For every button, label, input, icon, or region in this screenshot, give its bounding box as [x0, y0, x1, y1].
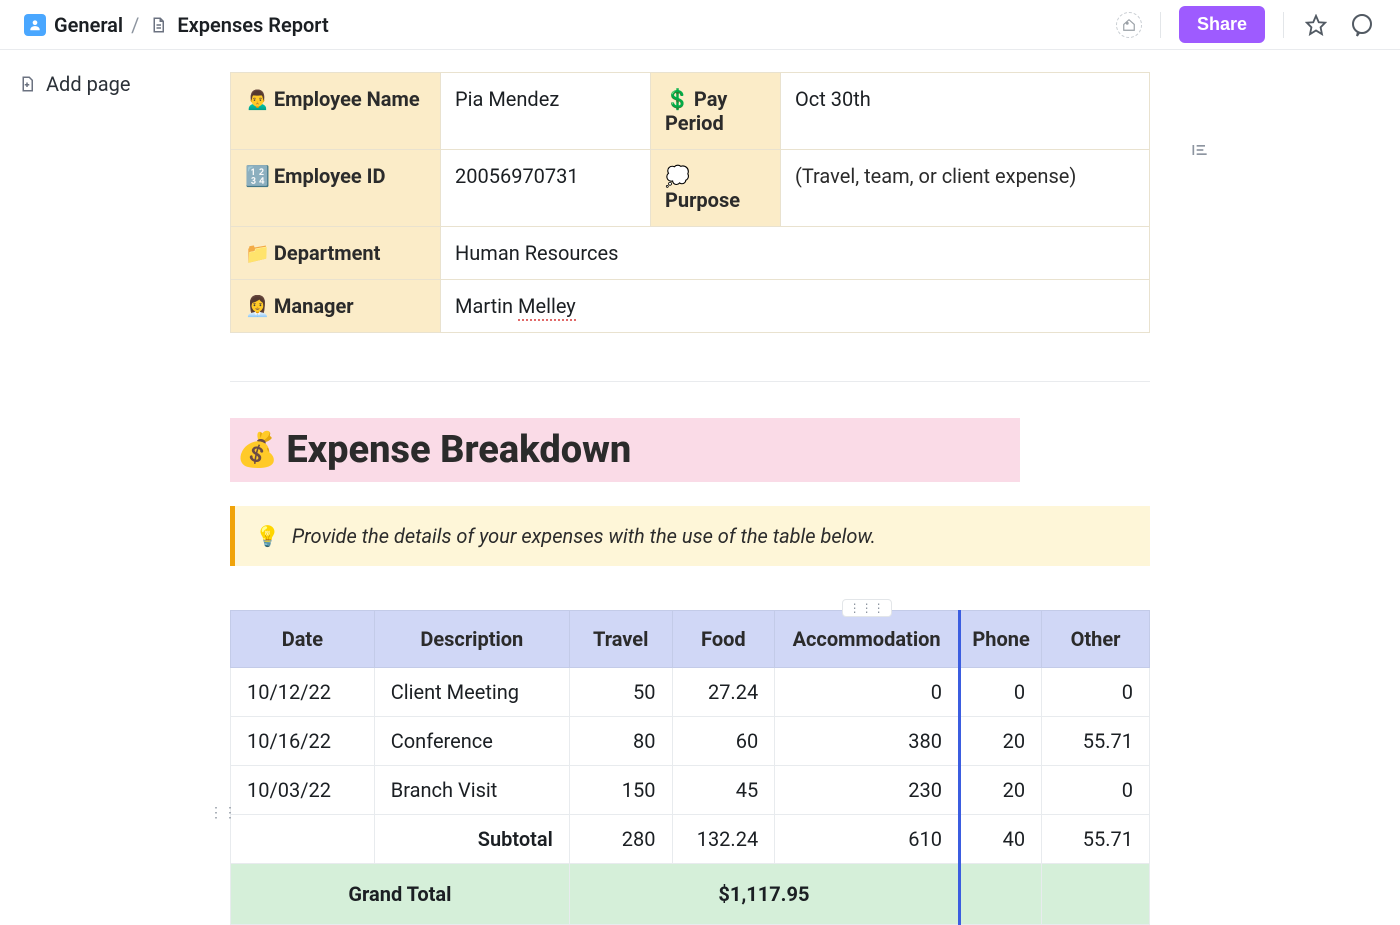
expense-table-wrap: ⋮⋮ Date Description Travel Food ⋮⋮⋮Accom… [230, 610, 1150, 925]
breadcrumb-separator: / [131, 13, 139, 37]
breadcrumb-parent[interactable]: General [54, 13, 123, 37]
col-accommodation[interactable]: ⋮⋮⋮Accommodation [775, 611, 960, 668]
table-row[interactable]: 10/12/22Client Meeting5027.24000 [231, 668, 1150, 717]
subtotal-phone: 40 [960, 815, 1042, 864]
folder-icon: 📁 [245, 241, 270, 265]
cell-food[interactable]: 27.24 [672, 668, 775, 717]
main-area: Add page 🙍‍♂️Employee Name Pia Mendez 💲P… [0, 50, 1400, 925]
divider [230, 381, 1150, 382]
subtotal-accommodation: 610 [775, 815, 960, 864]
cell-travel[interactable]: 150 [569, 766, 672, 815]
manager-label: Manager [274, 294, 354, 318]
employee-id-label: Employee ID [274, 164, 386, 188]
col-phone[interactable]: Phone [960, 611, 1042, 668]
table-row[interactable]: 10/16/22Conference80603802055.71 [231, 717, 1150, 766]
cell-other[interactable]: 0 [1042, 668, 1150, 717]
employee-name-value[interactable]: Pia Mendez [441, 73, 651, 150]
department-value[interactable]: Human Resources [441, 227, 1150, 280]
cell-accommodation[interactable]: 230 [775, 766, 960, 815]
cell-phone[interactable]: 20 [960, 717, 1042, 766]
employee-id-value[interactable]: 20056970731 [441, 150, 651, 227]
cell-food[interactable]: 60 [672, 717, 775, 766]
cell-date[interactable]: 10/16/22 [231, 717, 375, 766]
person-icon [24, 14, 46, 36]
add-page-button[interactable]: Add page [18, 72, 212, 96]
subtotal-travel: 280 [569, 815, 672, 864]
grand-total-value: $1,117.95 [569, 864, 959, 925]
manager-icon: 👩‍💼 [245, 294, 270, 318]
col-date[interactable]: Date [231, 611, 375, 668]
pay-period-value[interactable]: Oct 30th [781, 73, 1150, 150]
employee-icon: 🙍‍♂️ [245, 87, 270, 111]
subtotal-food: 132.24 [672, 815, 775, 864]
cell-accommodation[interactable]: 0 [775, 668, 960, 717]
money-icon: 💲 [665, 87, 690, 111]
share-button[interactable]: Share [1179, 6, 1265, 43]
subtotal-label: Subtotal [374, 815, 569, 864]
cell-phone[interactable]: 20 [960, 766, 1042, 815]
col-other[interactable]: Other [1042, 611, 1150, 668]
cell-description[interactable]: Client Meeting [374, 668, 569, 717]
cell-travel[interactable]: 50 [569, 668, 672, 717]
cell-phone[interactable]: 0 [960, 668, 1042, 717]
col-description[interactable]: Description [374, 611, 569, 668]
cell-date[interactable]: 10/03/22 [231, 766, 375, 815]
cell-other[interactable]: 55.71 [1042, 717, 1150, 766]
divider [1160, 12, 1161, 38]
employee-info-table: 🙍‍♂️Employee Name Pia Mendez 💲Pay Period… [230, 72, 1150, 333]
employee-name-label: Employee Name [274, 87, 420, 111]
number-icon: 🔢 [245, 164, 270, 188]
right-gutter [1150, 50, 1400, 164]
table-row[interactable]: 10/03/22Branch Visit15045230200 [231, 766, 1150, 815]
col-travel[interactable]: Travel [569, 611, 672, 668]
cell-food[interactable]: 45 [672, 766, 775, 815]
callout-text: Provide the details of your expenses wit… [292, 524, 876, 548]
outline-icon[interactable] [1190, 145, 1210, 164]
purpose-label: Purpose [665, 188, 740, 212]
breadcrumb: General / Expenses Report [24, 13, 329, 37]
grand-total-label: Grand Total [231, 864, 570, 925]
callout: 💡 Provide the details of your expenses wi… [230, 506, 1150, 566]
cell-description[interactable]: Conference [374, 717, 569, 766]
cell-other[interactable]: 0 [1042, 766, 1150, 815]
bulb-icon: 💡 [255, 524, 280, 548]
sidebar: Add page [0, 50, 230, 118]
tag-icon[interactable] [1116, 12, 1142, 38]
subtotal-row: Subtotal 280 132.24 610 40 55.71 [231, 815, 1150, 864]
purpose-icon: 💭 [665, 164, 690, 188]
subtotal-other: 55.71 [1042, 815, 1150, 864]
topbar-actions: Share [1116, 6, 1376, 43]
moneybag-icon: 💰 [236, 430, 278, 470]
add-page-label: Add page [46, 72, 131, 96]
document-content: 🙍‍♂️Employee Name Pia Mendez 💲Pay Period… [230, 50, 1150, 925]
topbar: General / Expenses Report Share [0, 0, 1400, 50]
manager-value[interactable]: Martin Melley [441, 280, 1150, 333]
cell-accommodation[interactable]: 380 [775, 717, 960, 766]
column-drag-handle[interactable]: ⋮⋮⋮ [842, 599, 892, 617]
department-label: Department [274, 241, 380, 265]
grand-total-row: Grand Total $1,117.95 [231, 864, 1150, 925]
purpose-value[interactable]: (Travel, team, or client expense) [781, 150, 1150, 227]
document-icon [147, 14, 169, 36]
breadcrumb-current[interactable]: Expenses Report [177, 13, 328, 37]
col-food[interactable]: Food [672, 611, 775, 668]
section-heading: 💰 Expense Breakdown [230, 418, 1020, 482]
comment-icon[interactable] [1348, 11, 1376, 39]
row-drag-handle[interactable]: ⋮⋮ [212, 802, 234, 824]
divider [1283, 12, 1284, 38]
cell-travel[interactable]: 80 [569, 717, 672, 766]
star-icon[interactable] [1302, 11, 1330, 39]
expense-table: Date Description Travel Food ⋮⋮⋮Accommod… [230, 610, 1150, 925]
cell-date[interactable]: 10/12/22 [231, 668, 375, 717]
section-title: Expense Breakdown [286, 428, 631, 472]
cell-description[interactable]: Branch Visit [374, 766, 569, 815]
